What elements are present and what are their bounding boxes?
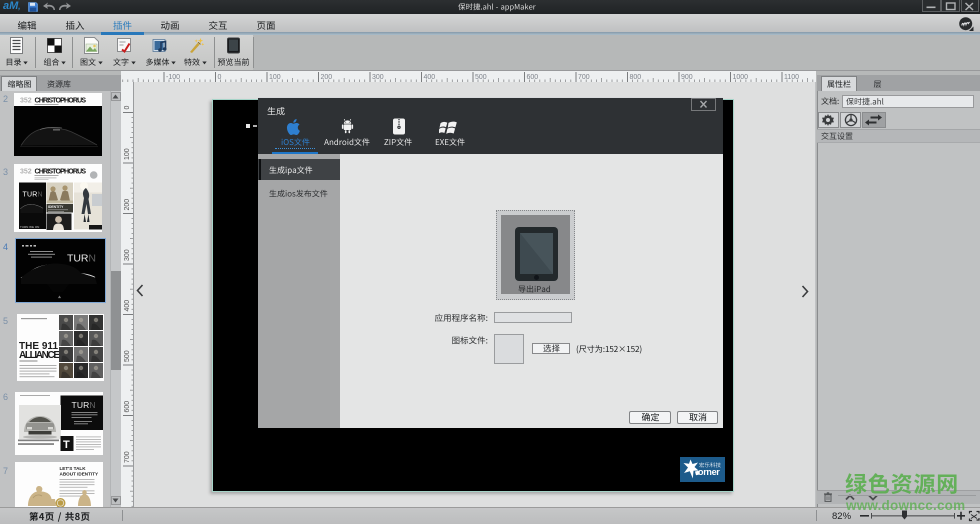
svg-text:500: 500 <box>124 350 131 362</box>
svg-text:200: 200 <box>124 199 131 211</box>
svg-text:400: 400 <box>124 300 131 312</box>
svg-text:800: 800 <box>630 74 642 81</box>
svg-text:0: 0 <box>124 106 131 110</box>
svg-text:-100: -100 <box>166 74 180 81</box>
svg-text:CHRISTOPHORUS: CHRISTOPHORUS <box>35 169 87 176</box>
svg-text:TURN WE ON: TURN WE ON <box>20 225 39 229</box>
svg-text:200: 200 <box>321 74 333 81</box>
svg-text:600: 600 <box>124 401 131 413</box>
svg-text:900: 900 <box>681 74 693 81</box>
svg-text:352: 352 <box>20 169 32 176</box>
svg-text:300: 300 <box>372 74 384 81</box>
svg-text:352: 352 <box>20 98 32 105</box>
svg-text:T: T <box>63 439 70 451</box>
svg-text:100: 100 <box>124 148 131 160</box>
svg-text:400: 400 <box>424 74 436 81</box>
svg-text:CHRISTOPHORUS: CHRISTOPHORUS <box>35 98 87 105</box>
svg-text:100: 100 <box>269 74 281 81</box>
svg-text:700: 700 <box>578 74 590 81</box>
svg-text:ABOUT IDENTITY: ABOUT IDENTITY <box>60 472 99 477</box>
svg-text:700: 700 <box>124 451 131 463</box>
svg-text:TURN: TURN <box>72 400 96 410</box>
svg-text:300: 300 <box>124 249 131 261</box>
svg-text:600: 600 <box>527 74 539 81</box>
svg-text:LET'S TALK: LET'S TALK <box>60 466 87 471</box>
svg-text:IDENTITY: IDENTITY <box>48 205 64 209</box>
svg-text:ALLIANCE: ALLIANCE <box>19 350 60 361</box>
svg-text:TURN: TURN <box>67 252 96 264</box>
svg-text:1100: 1100 <box>784 74 799 81</box>
svg-text:500: 500 <box>475 74 487 81</box>
svg-text:TURN: TURN <box>23 192 43 199</box>
